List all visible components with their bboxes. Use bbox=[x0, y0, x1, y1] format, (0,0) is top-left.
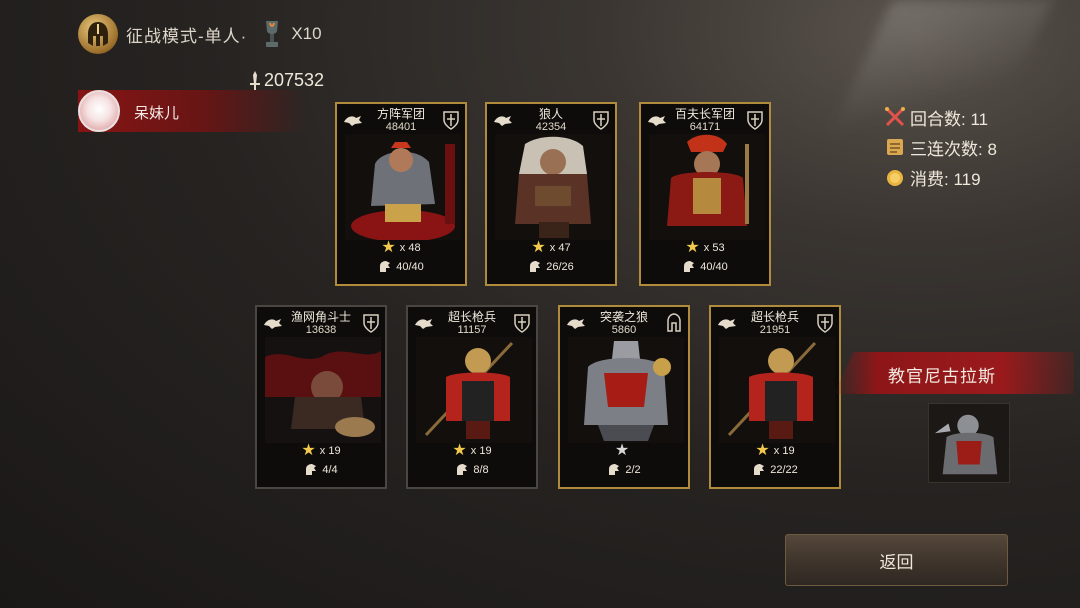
unit-portrait bbox=[568, 337, 684, 443]
helmet-troop-icon bbox=[457, 464, 468, 475]
unit-portrait bbox=[495, 134, 611, 240]
stat-triples: 三连次数: 8 bbox=[884, 132, 997, 162]
unit-name: 狼人 bbox=[538, 107, 563, 121]
sword-power-icon bbox=[250, 70, 260, 90]
unit-card-werewolf[interactable]: 狼人 42354 ★ x 47 26/26 bbox=[485, 102, 617, 286]
stat-rounds-label: 回合数: 11 bbox=[910, 109, 989, 129]
power-total-value: 207532 bbox=[264, 70, 325, 90]
unit-power: 64171 bbox=[689, 121, 721, 133]
unit-portrait bbox=[265, 337, 381, 443]
troops-count: 8/8 bbox=[473, 464, 489, 476]
power-total: 207532 bbox=[248, 70, 324, 91]
header: 征战模式-单人· X10 bbox=[78, 14, 322, 54]
unit-name: 方阵军团 bbox=[376, 107, 425, 121]
unit-stars: ★ x 47 bbox=[487, 240, 615, 256]
trophy-icon bbox=[266, 21, 279, 47]
stat-triples-label: 三连次数: 8 bbox=[910, 139, 997, 159]
unit-name: 超长枪兵 bbox=[447, 310, 496, 324]
stars-count: x 19 bbox=[773, 445, 795, 457]
helmet-troop-icon bbox=[530, 261, 541, 272]
battle-stats: 回合数: 11 三连次数: 8 消费: 119 bbox=[884, 102, 997, 192]
mode-title: 征战模式-单人· bbox=[126, 26, 248, 46]
star-icon: ★ bbox=[381, 239, 396, 256]
unit-power: 48401 bbox=[385, 121, 417, 133]
unit-card-phalanx[interactable]: 方阵军团 48401 ★ x 48 40/40 bbox=[335, 102, 467, 286]
unit-name: 超长枪兵 bbox=[750, 310, 799, 324]
stat-rounds: 回合数: 11 bbox=[884, 102, 997, 132]
unit-portrait bbox=[345, 134, 461, 240]
crossed-swords-icon bbox=[885, 107, 905, 127]
unit-stars: ★ x 19 bbox=[257, 443, 385, 459]
unit-troops: 40/40 bbox=[337, 260, 465, 274]
unit-card-raiding-wolf[interactable]: 突袭之狼 5860 ★ 2/2 bbox=[558, 305, 690, 489]
unit-stars: ★ bbox=[560, 443, 688, 459]
unit-stars: ★ x 19 bbox=[711, 443, 839, 459]
unit-card-centurion[interactable]: 百夫长军团 64171 ★ x 53 40/40 bbox=[639, 102, 771, 286]
unit-card-pikeman-2[interactable]: 超长枪兵 21951 ★ x 19 22/22 bbox=[709, 305, 841, 489]
unit-name: 百夫长军团 bbox=[674, 107, 735, 121]
unit-troops: 2/2 bbox=[560, 463, 688, 477]
unit-portrait bbox=[649, 134, 765, 240]
star-icon: ★ bbox=[755, 442, 770, 459]
star-icon: ★ bbox=[452, 442, 467, 459]
troops-count: 40/40 bbox=[700, 261, 728, 273]
stars-count: x 19 bbox=[319, 445, 341, 457]
stat-spent: 消费: 119 bbox=[884, 162, 997, 192]
unit-troops: 8/8 bbox=[408, 463, 536, 477]
unit-card-retiarius[interactable]: 渔网角斗士 13638 ★ x 19 4/4 bbox=[255, 305, 387, 489]
troops-count: 4/4 bbox=[322, 464, 338, 476]
helmet-troop-icon bbox=[306, 464, 317, 475]
helmet-troop-icon bbox=[380, 261, 391, 272]
unit-troops: 40/40 bbox=[641, 260, 769, 274]
star-icon: ★ bbox=[614, 442, 630, 459]
stars-count: x 19 bbox=[470, 445, 492, 457]
star-icon: ★ bbox=[685, 239, 700, 256]
avatar[interactable] bbox=[78, 90, 120, 132]
stars-count: x 48 bbox=[399, 242, 421, 254]
unit-stars: ★ x 48 bbox=[337, 240, 465, 256]
unit-troops: 22/22 bbox=[711, 463, 839, 477]
unit-portrait bbox=[416, 337, 532, 443]
unit-troops: 4/4 bbox=[257, 463, 385, 477]
coin-icon bbox=[887, 170, 903, 186]
instructor-portrait[interactable] bbox=[928, 403, 1010, 483]
unit-name: 突袭之狼 bbox=[599, 310, 648, 324]
unit-power: 42354 bbox=[535, 121, 567, 133]
unit-power: 13638 bbox=[305, 324, 337, 336]
helmet-troop-icon bbox=[609, 464, 620, 475]
unit-stars: ★ x 53 bbox=[641, 240, 769, 256]
unit-troops: 26/26 bbox=[487, 260, 615, 274]
unit-power: 11157 bbox=[457, 324, 487, 336]
player-name: 呆妹儿 bbox=[134, 105, 180, 122]
star-icon: ★ bbox=[531, 239, 546, 256]
back-button[interactable]: 返回 bbox=[785, 534, 1008, 586]
troops-count: 22/22 bbox=[770, 464, 798, 476]
stars-count: x 47 bbox=[549, 242, 571, 254]
stars-count: x 53 bbox=[703, 242, 725, 254]
unit-card-pikeman[interactable]: 超长枪兵 11157 ★ x 19 8/8 bbox=[406, 305, 538, 489]
unit-name: 渔网角斗士 bbox=[290, 310, 351, 324]
unit-power: 21951 bbox=[759, 324, 791, 336]
helmet-troop-icon bbox=[684, 261, 695, 272]
troops-count: 2/2 bbox=[625, 464, 641, 476]
unit-power: 5860 bbox=[611, 324, 637, 336]
stat-spent-label: 消费: 119 bbox=[910, 169, 981, 189]
unit-stars: ★ x 19 bbox=[408, 443, 536, 459]
helmet-icon bbox=[78, 14, 118, 54]
unit-portrait bbox=[719, 337, 835, 443]
instructor-name: 教官尼古拉斯 bbox=[888, 367, 996, 386]
helmet-troop-icon bbox=[754, 464, 765, 475]
multiplier: X10 bbox=[291, 24, 322, 43]
troops-count: 40/40 bbox=[396, 261, 424, 273]
scroll-icon bbox=[887, 139, 903, 155]
star-icon: ★ bbox=[301, 442, 316, 459]
troops-count: 26/26 bbox=[546, 261, 574, 273]
